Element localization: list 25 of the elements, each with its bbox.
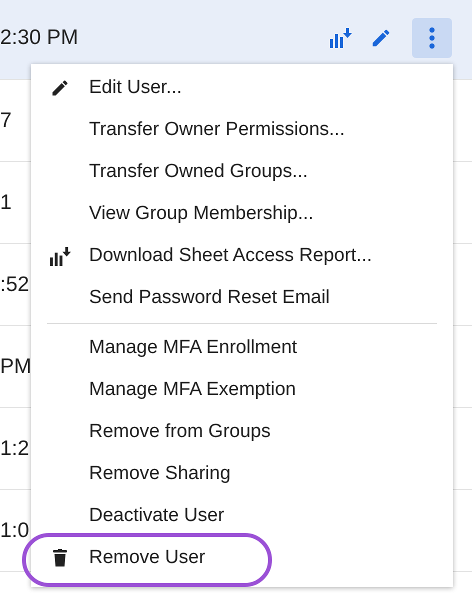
time-text: 2:30 PM [0,26,78,50]
menu-item[interactable]: Deactivate User [31,495,453,537]
trash-icon [53,549,67,567]
menu-item[interactable]: Download Sheet Access Report... [31,235,453,277]
time-text: 1 [0,190,12,214]
menu-item[interactable]: Remove from Groups [31,411,453,453]
time-text: :52 [0,272,30,296]
time-text: PM [0,354,32,378]
chart-download-icon [50,246,70,266]
chart-download-icon[interactable] [330,28,352,48]
time-text: 7 [0,108,12,132]
menu-item[interactable]: View Group Membership... [31,193,453,235]
pencil-icon[interactable] [370,27,392,49]
menu-item[interactable]: Remove User [31,537,453,579]
menu-item[interactable]: Manage MFA Enrollment [31,327,453,369]
menu-item[interactable]: Send Password Reset Email [31,277,453,319]
pencil-icon [50,78,70,98]
menu-item[interactable]: Transfer Owner Permissions... [31,109,453,151]
menu-item[interactable]: Remove Sharing [31,453,453,495]
menu-item[interactable]: Manage MFA Exemption [31,369,453,411]
time-text: 1:2 [0,436,30,460]
time-text: 1:0 [0,518,30,542]
menu-item[interactable]: Transfer Owned Groups... [31,151,453,193]
more-button[interactable] [412,18,452,58]
more-icon [429,27,435,49]
